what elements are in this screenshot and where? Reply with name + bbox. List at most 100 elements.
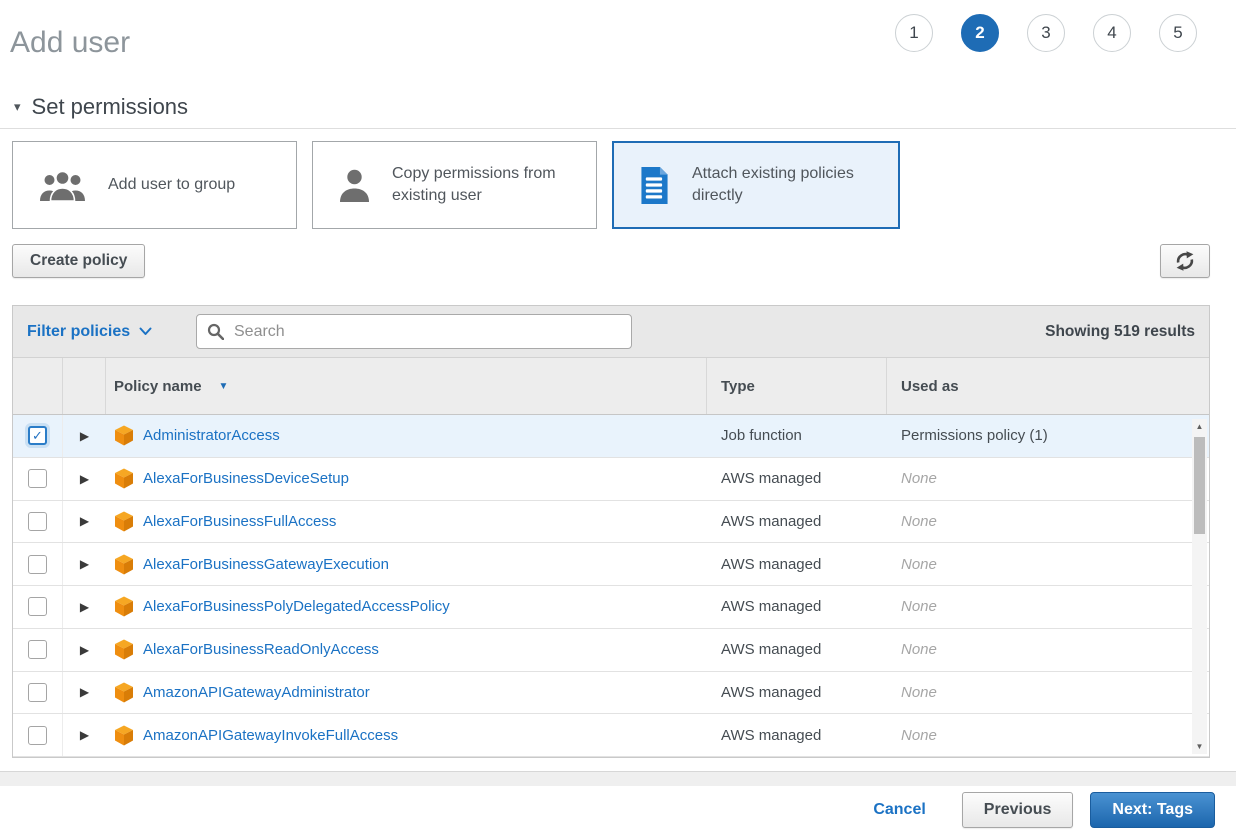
row-select-cell: ✓ xyxy=(13,501,63,543)
row-expand-cell: ▶ xyxy=(63,643,106,657)
step-indicator: 12345 xyxy=(895,14,1197,52)
policy-used-as-cell: None xyxy=(887,470,1209,487)
table-row[interactable]: ✓ ▶ AlexaForBusinessDeviceSetup AWS mana… xyxy=(13,458,1209,501)
policy-used-as-cell: None xyxy=(887,598,1209,615)
policy-type-cell: AWS managed xyxy=(707,470,887,487)
expand-row-icon[interactable]: ▶ xyxy=(80,472,89,486)
create-policy-button[interactable]: Create policy xyxy=(12,244,145,278)
expand-row-icon[interactable]: ▶ xyxy=(80,600,89,614)
policy-icon xyxy=(114,554,134,575)
group-icon xyxy=(39,170,86,201)
policy-icon xyxy=(114,596,134,617)
type-header-label: Type xyxy=(721,378,755,395)
policy-type-cell: AWS managed xyxy=(707,641,887,658)
search-input[interactable] xyxy=(232,322,621,342)
filter-policies-label: Filter policies xyxy=(27,323,130,341)
policy-name-link[interactable]: AmazonAPIGatewayInvokeFullAccess xyxy=(143,727,398,744)
policy-name-link[interactable]: AlexaForBusinessGatewayExecution xyxy=(143,556,389,573)
expand-row-icon[interactable]: ▶ xyxy=(80,685,89,699)
previous-button[interactable]: Previous xyxy=(962,792,1074,828)
expand-row-icon[interactable]: ▶ xyxy=(80,728,89,742)
row-expand-cell: ▶ xyxy=(63,429,106,443)
policy-used-as-cell: None xyxy=(887,556,1209,573)
row-checkbox[interactable]: ✓ xyxy=(28,640,47,659)
policy-name-link[interactable]: AdministratorAccess xyxy=(143,427,280,444)
row-name-cell: AmazonAPIGatewayInvokeFullAccess xyxy=(106,725,707,746)
search-box xyxy=(196,314,632,349)
user-icon xyxy=(339,169,370,202)
table-row[interactable]: ✓ ▶ AlexaForBusinessPolyDelegatedAccessP… xyxy=(13,586,1209,629)
policy-type-cell: AWS managed xyxy=(707,556,887,573)
row-select-cell: ✓ xyxy=(13,543,63,585)
expand-row-icon[interactable]: ▶ xyxy=(80,429,89,443)
table-filter-bar: Filter policies Showing 519 results xyxy=(13,306,1209,358)
table-row[interactable]: ✓ ▶ AmazonAPIGatewayInvokeFullAccess AWS… xyxy=(13,714,1209,757)
expand-row-icon[interactable]: ▶ xyxy=(80,514,89,528)
row-name-cell: AlexaForBusinessGatewayExecution xyxy=(106,554,707,575)
refresh-icon xyxy=(1174,251,1196,271)
scrollbar-thumb[interactable] xyxy=(1194,437,1205,534)
table-row[interactable]: ✓ ▶ AdministratorAccess Job function Per… xyxy=(13,415,1209,458)
policy-type-cell: AWS managed xyxy=(707,684,887,701)
header-policy-name[interactable]: Policy name ▼ xyxy=(106,358,707,414)
expand-row-icon[interactable]: ▶ xyxy=(80,557,89,571)
table-body: ✓ ▶ AdministratorAccess Job function Per… xyxy=(13,415,1209,757)
policy-icon xyxy=(114,425,134,446)
check-icon: ✓ xyxy=(32,429,43,442)
row-select-cell: ✓ xyxy=(13,629,63,671)
row-checkbox[interactable]: ✓ xyxy=(28,726,47,745)
row-expand-cell: ▶ xyxy=(63,472,106,486)
row-select-cell: ✓ xyxy=(13,586,63,628)
vertical-scrollbar[interactable]: ▲ ▼ xyxy=(1192,419,1207,754)
policy-used-as-cell: Permissions policy (1) xyxy=(887,427,1209,444)
row-checkbox[interactable]: ✓ xyxy=(28,683,47,702)
row-checkbox[interactable]: ✓ xyxy=(28,426,47,445)
document-icon xyxy=(639,167,670,204)
row-checkbox[interactable]: ✓ xyxy=(28,512,47,531)
table-row[interactable]: ✓ ▶ AlexaForBusinessFullAccess AWS manag… xyxy=(13,501,1209,544)
cancel-button[interactable]: Cancel xyxy=(873,801,925,819)
policy-name-link[interactable]: AlexaForBusinessDeviceSetup xyxy=(143,470,349,487)
policy-used-as-cell: None xyxy=(887,727,1209,744)
next-tags-button[interactable]: Next: Tags xyxy=(1090,792,1215,828)
set-permissions-section-header[interactable]: ▾ Set permissions xyxy=(14,94,188,120)
header-type: Type xyxy=(707,358,887,414)
policy-icon xyxy=(114,682,134,703)
option-attach-existing-policies[interactable]: Attach existing policies directly xyxy=(612,141,900,229)
table-row[interactable]: ✓ ▶ AmazonAPIGatewayAdministrator AWS ma… xyxy=(13,672,1209,715)
policy-type-cell: Job function xyxy=(707,427,887,444)
row-name-cell: AmazonAPIGatewayAdministrator xyxy=(106,682,707,703)
row-name-cell: AlexaForBusinessDeviceSetup xyxy=(106,468,707,489)
section-title: Set permissions xyxy=(32,94,189,120)
scroll-down-button[interactable]: ▼ xyxy=(1192,739,1207,754)
step-5: 5 xyxy=(1159,14,1197,52)
row-checkbox[interactable]: ✓ xyxy=(28,597,47,616)
policy-name-link[interactable]: AmazonAPIGatewayAdministrator xyxy=(143,684,370,701)
table-row[interactable]: ✓ ▶ AlexaForBusinessGatewayExecution AWS… xyxy=(13,543,1209,586)
header-used-as: Used as xyxy=(887,358,1209,414)
option-copy-permissions[interactable]: Copy permissions from existing user xyxy=(312,141,597,229)
option-add-user-to-group[interactable]: Add user to group xyxy=(12,141,297,229)
table-header-row: Policy name ▼ Type Used as xyxy=(13,358,1209,415)
policy-icon xyxy=(114,725,134,746)
expand-row-icon[interactable]: ▶ xyxy=(80,643,89,657)
search-icon xyxy=(207,323,224,340)
refresh-button[interactable] xyxy=(1160,244,1210,278)
sort-desc-icon: ▼ xyxy=(219,381,229,392)
row-name-cell: AlexaForBusinessPolyDelegatedAccessPolic… xyxy=(106,596,707,617)
policy-name-link[interactable]: AlexaForBusinessPolyDelegatedAccessPolic… xyxy=(143,598,450,615)
scroll-up-button[interactable]: ▲ xyxy=(1192,419,1207,434)
row-select-cell: ✓ xyxy=(13,714,63,756)
policy-name-link[interactable]: AlexaForBusinessReadOnlyAccess xyxy=(143,641,379,658)
row-name-cell: AdministratorAccess xyxy=(106,425,707,446)
table-row[interactable]: ✓ ▶ AlexaForBusinessReadOnlyAccess AWS m… xyxy=(13,629,1209,672)
filter-policies-dropdown[interactable]: Filter policies xyxy=(27,323,152,341)
row-checkbox[interactable]: ✓ xyxy=(28,555,47,574)
row-checkbox[interactable]: ✓ xyxy=(28,469,47,488)
header-expand-column xyxy=(63,358,106,414)
policy-name-link[interactable]: AlexaForBusinessFullAccess xyxy=(143,513,336,530)
wizard-footer: Cancel Previous Next: Tags xyxy=(873,792,1215,828)
row-expand-cell: ▶ xyxy=(63,728,106,742)
option-label: Add user to group xyxy=(108,174,235,196)
step-2: 2 xyxy=(961,14,999,52)
